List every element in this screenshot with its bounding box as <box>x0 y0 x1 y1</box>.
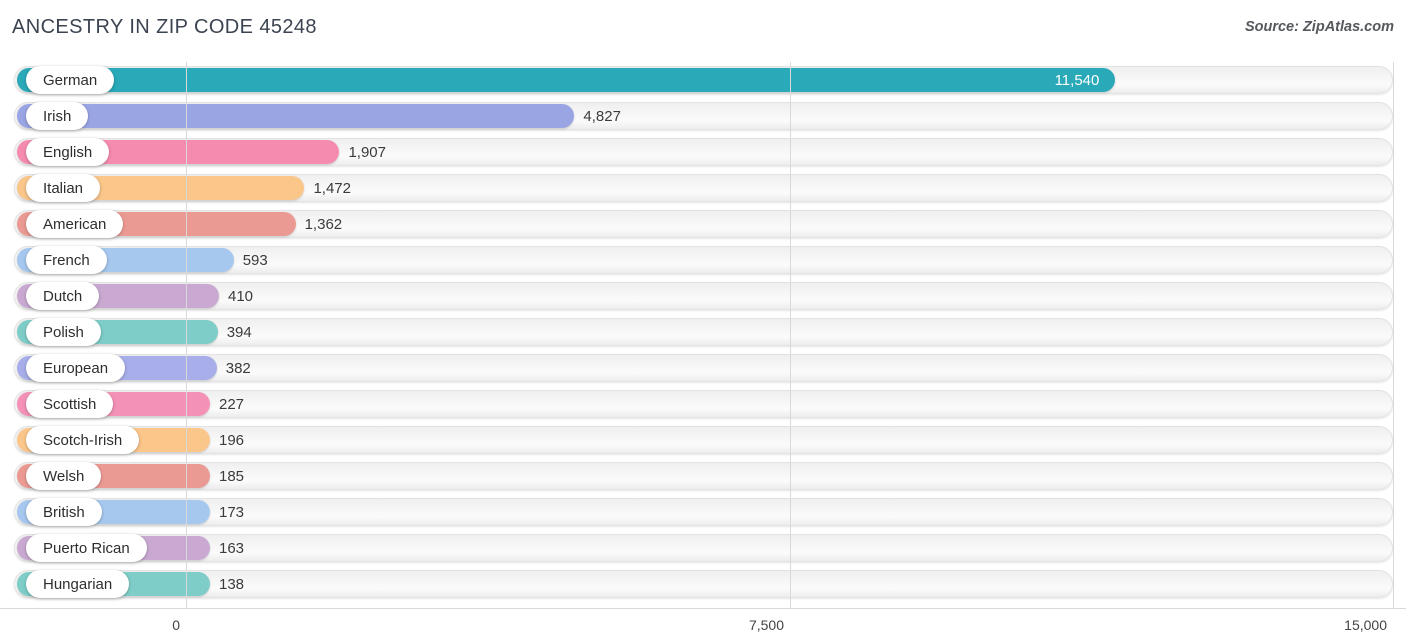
bar-value-label: 196 <box>219 431 245 449</box>
x-tick-label: 7,500 <box>748 617 784 633</box>
bar-category-label: Hungarian <box>43 575 113 593</box>
bar-value-label: 394 <box>226 323 252 341</box>
bar-row[interactable]: French 593 <box>0 242 1406 278</box>
bar-category-pill[interactable]: Polish <box>26 318 101 346</box>
bar-row[interactable]: Welsh 185 <box>0 458 1406 494</box>
bar-value-label: 593 <box>242 251 268 269</box>
bar-category-label: Scottish <box>43 395 97 413</box>
bar-category-label: English <box>43 143 93 161</box>
bar-value-label: 11,540 <box>1054 71 1100 89</box>
bar-category-pill[interactable]: Dutch <box>26 282 100 310</box>
x-tick-label: 0 <box>172 617 180 633</box>
bar-category-pill[interactable]: French <box>26 246 107 274</box>
bar-row[interactable]: European 382 <box>0 350 1406 386</box>
bar-category-label: Irish <box>43 107 72 125</box>
page-title: ANCESTRY IN ZIP CODE 45248 <box>12 16 317 38</box>
bar-category-pill[interactable]: American <box>26 210 124 238</box>
bar-row[interactable]: English 1,907 <box>0 134 1406 170</box>
bar-row[interactable]: Dutch 410 <box>0 278 1406 314</box>
bar-category-pill[interactable]: European <box>26 354 126 382</box>
bar-value-label: 382 <box>225 359 251 377</box>
x-tick-label: 15,000 <box>1344 617 1387 633</box>
bar-row[interactable]: Italian 1,472 <box>0 170 1406 206</box>
bar-row[interactable]: Scottish 227 <box>0 386 1406 422</box>
bar-value-label: 1,362 <box>304 215 343 233</box>
bar-category-pill[interactable]: Welsh <box>26 462 102 490</box>
bar-category-label: European <box>43 359 109 377</box>
bar-category-pill[interactable]: Irish <box>26 102 89 130</box>
bar-rows: German 11,540 Irish 4,827 English 1,907 Italia… <box>0 62 1406 602</box>
bar-value-label: 227 <box>219 395 245 413</box>
bar-value-label: 1,472 <box>313 179 351 197</box>
bar-value-label: 1,907 <box>348 143 386 161</box>
bar-fill[interactable] <box>17 104 575 128</box>
bar-track <box>14 354 1393 382</box>
bar-category-label: Italian <box>43 179 84 197</box>
bar-row[interactable]: Irish 4,827 <box>0 98 1406 134</box>
bar-category-label: German <box>43 71 98 89</box>
bar-row[interactable]: Polish 394 <box>0 314 1406 350</box>
bar-value-label: 185 <box>219 467 245 485</box>
bar-category-pill[interactable]: Italian <box>26 174 101 202</box>
bar-value-label: 4,827 <box>583 107 621 125</box>
bar-category-pill[interactable]: British <box>26 498 102 526</box>
bar-category-pill[interactable]: Hungarian <box>26 570 130 598</box>
chart-page: ANCESTRY IN ZIP CODE 45248 Source: ZipAt… <box>0 0 1406 644</box>
bar-track <box>14 318 1393 346</box>
bar-category-pill[interactable]: Scotch-Irish <box>26 426 140 454</box>
bar-category-label: Dutch <box>43 287 83 305</box>
bar-value-label: 173 <box>219 503 245 521</box>
bar-fill[interactable] <box>17 68 1115 92</box>
bar-row[interactable]: Puerto Rican 163 <box>0 530 1406 566</box>
bar-category-label: American <box>43 215 107 233</box>
bar-row[interactable]: German 11,540 <box>0 62 1406 98</box>
bar-category-label: Puerto Rican <box>43 539 130 557</box>
plot-area: German 11,540 Irish 4,827 English 1,907 Italia… <box>0 62 1406 608</box>
bar-category-pill[interactable]: Scottish <box>26 390 114 418</box>
source-attribution: Source: ZipAtlas.com <box>1244 19 1394 35</box>
bar-row[interactable]: Scotch-Irish 196 <box>0 422 1406 458</box>
x-axis: 0 7,500 15,000 <box>0 608 1406 644</box>
bar-category-label: French <box>43 251 90 269</box>
bar-category-pill[interactable]: Puerto Rican <box>26 534 147 562</box>
bar-category-pill[interactable]: German <box>26 66 115 94</box>
bar-value-label: 138 <box>219 575 245 593</box>
bar-category-label: Scotch-Irish <box>43 431 123 449</box>
bar-row[interactable]: Hungarian 138 <box>0 566 1406 602</box>
bar-value-label: 163 <box>219 539 245 557</box>
bar-track <box>14 282 1393 310</box>
bar-category-label: British <box>43 503 85 521</box>
bar-category-pill[interactable]: English <box>26 138 110 166</box>
bar-category-label: Welsh <box>43 467 85 485</box>
bar-row[interactable]: American 1,362 <box>0 206 1406 242</box>
bar-value-label: 410 <box>227 287 254 305</box>
bar-category-label: Polish <box>43 323 84 341</box>
bar-row[interactable]: British 173 <box>0 494 1406 530</box>
